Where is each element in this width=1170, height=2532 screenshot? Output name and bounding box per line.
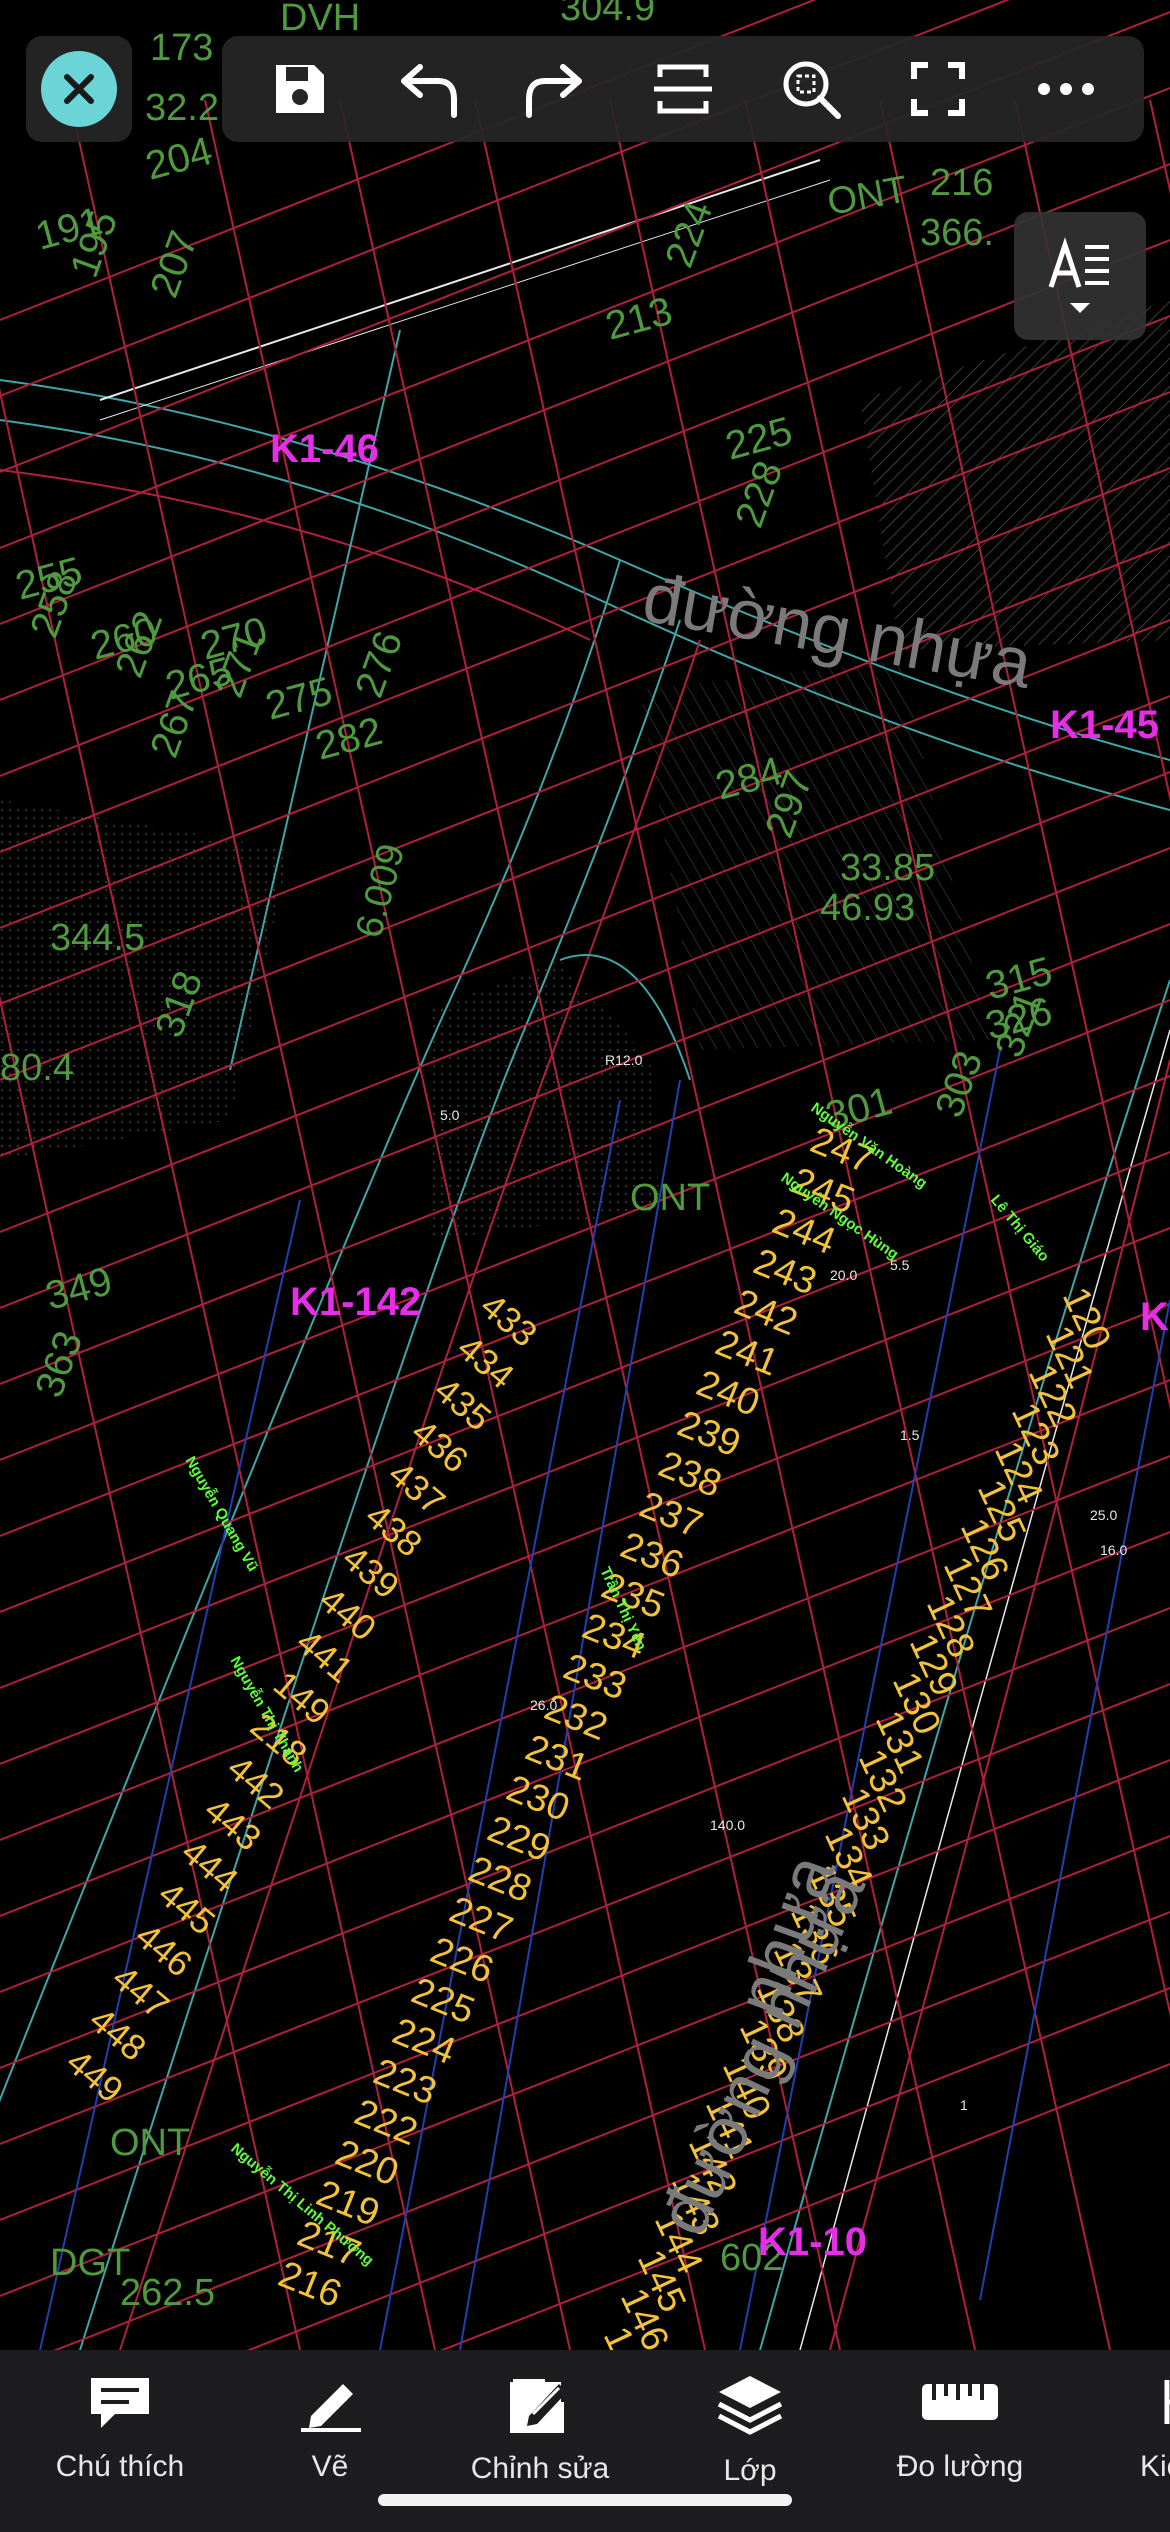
save-icon	[275, 65, 324, 113]
survey-value-label: 173	[150, 27, 213, 69]
fit-width-button[interactable]	[640, 46, 726, 132]
tab-annotation[interactable]: Chú thích	[20, 2372, 220, 2502]
zone-label: K1-45	[1050, 703, 1159, 747]
text-panel-toggle[interactable]	[1014, 212, 1146, 340]
redo-button[interactable]	[512, 46, 598, 132]
fullscreen-icon	[911, 62, 966, 116]
tab-measure-label: Đo lường	[896, 2450, 1024, 2483]
tab-annotation-label: Chú thích	[55, 2450, 185, 2483]
survey-value-label: 25.0	[1090, 1507, 1117, 1523]
close-container	[26, 36, 132, 142]
more-icon	[1038, 83, 1095, 95]
survey-value-label: 262.5	[120, 2272, 215, 2314]
comment-icon	[91, 2378, 149, 2428]
close-button[interactable]	[41, 51, 117, 127]
survey-value-label: DGT	[50, 2242, 130, 2284]
cad-drawing-canvas[interactable]: 204195191 207213224225228255258 2602622652…	[0, 0, 1170, 2350]
save-button[interactable]	[257, 46, 343, 132]
survey-value-label: 366.	[920, 212, 994, 254]
more-button[interactable]	[1023, 46, 1109, 132]
text-align-icon	[1048, 237, 1109, 288]
survey-value-label: 304.9	[560, 0, 655, 29]
ruler-icon	[922, 2384, 998, 2420]
survey-value-label: 16.0	[1100, 1542, 1127, 1558]
tab-measure[interactable]: Đo lường	[860, 2372, 1060, 2502]
survey-value-label: 80.4	[0, 1047, 74, 1089]
undo-button[interactable]	[385, 46, 471, 132]
zone-label: K1-10	[758, 2220, 867, 2264]
chevron-down-icon	[1070, 303, 1090, 313]
zone-label: K	[1140, 1295, 1169, 1339]
redo-icon	[526, 64, 583, 118]
undo-icon	[400, 64, 457, 118]
survey-value-label: 33.85	[840, 847, 935, 889]
survey-value-label: 5.0	[440, 1107, 460, 1123]
survey-value-label: 1	[960, 2097, 968, 2113]
survey-value-label: 20.0	[830, 1267, 857, 1283]
survey-value-label: 32.2	[145, 87, 219, 129]
pencil-icon	[301, 2384, 361, 2432]
survey-value-label: 140.0	[710, 1817, 745, 1833]
survey-value-label: ONT	[110, 2122, 190, 2164]
survey-value-label: 344.5	[50, 917, 145, 959]
fit-width-icon	[653, 64, 712, 114]
tab-layers-label: Lớp	[723, 2454, 777, 2487]
tab-edit[interactable]: Chỉnh sửa	[440, 2372, 640, 2502]
tab-draw[interactable]: Vẽ	[230, 2372, 430, 2502]
survey-value-label: ONT	[630, 1177, 710, 1219]
tab-draw-label: Vẽ	[311, 2450, 349, 2483]
tab-style[interactable]: Kiểu	[1070, 2372, 1170, 2502]
close-icon	[64, 74, 94, 104]
tab-layers[interactable]: Lớp	[650, 2372, 850, 2502]
home-indicator	[378, 2494, 792, 2506]
top-toolbar	[222, 36, 1144, 142]
survey-value-label: R12.0	[605, 1052, 643, 1068]
zoom-extents-button[interactable]	[768, 46, 854, 132]
survey-value-label: 46.93	[820, 887, 915, 929]
survey-value-label: 216	[930, 162, 993, 204]
tab-edit-label: Chỉnh sửa	[470, 2452, 610, 2485]
zone-label: K1-46	[270, 427, 379, 471]
survey-value-label: 1.5	[900, 1427, 920, 1443]
dimension-icon	[1164, 2380, 1170, 2424]
layers-icon	[717, 2376, 783, 2435]
fullscreen-button[interactable]	[895, 46, 981, 132]
zoom-extents-icon	[783, 61, 841, 119]
survey-value-label: DVH	[280, 0, 360, 39]
zone-label: K1-142	[290, 1280, 421, 1324]
tab-style-label: Kiểu	[1139, 2450, 1170, 2483]
edit-icon	[510, 2379, 567, 2433]
